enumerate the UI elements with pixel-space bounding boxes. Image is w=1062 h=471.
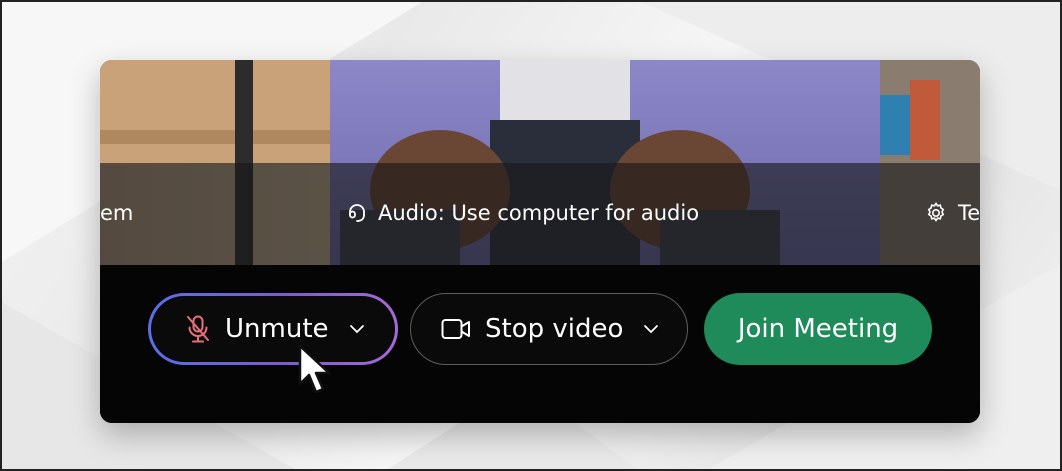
unmute-button-inner: Unmute xyxy=(151,296,395,362)
option-left-label: em xyxy=(100,201,134,225)
stop-video-button[interactable]: Stop video xyxy=(410,293,688,365)
stop-video-button-label: Stop video xyxy=(485,314,624,344)
unmute-button-label: Unmute xyxy=(225,314,329,344)
join-meeting-button[interactable]: Join Meeting xyxy=(704,293,932,365)
settings-option[interactable]: Te xyxy=(924,201,980,225)
unmute-button[interactable]: Unmute xyxy=(148,293,398,365)
video-camera-icon xyxy=(441,318,471,340)
microphone-muted-icon xyxy=(185,314,211,344)
option-left-partial[interactable]: em xyxy=(100,201,133,225)
audio-option-label: Audio: Use computer for audio xyxy=(378,201,700,225)
chevron-down-icon[interactable] xyxy=(643,324,659,334)
screenshot-frame: em Audio: Use computer for audio Te Unmu… xyxy=(0,0,1062,471)
chevron-down-icon[interactable] xyxy=(349,324,365,334)
gear-icon xyxy=(924,201,948,225)
meeting-preview-panel: em Audio: Use computer for audio Te Unmu… xyxy=(100,60,980,423)
audio-option[interactable]: Audio: Use computer for audio xyxy=(346,201,699,225)
controls-bar: Unmute Stop video Join Meeting xyxy=(100,265,980,423)
headset-icon xyxy=(346,202,368,224)
settings-option-label: Te xyxy=(958,201,980,225)
